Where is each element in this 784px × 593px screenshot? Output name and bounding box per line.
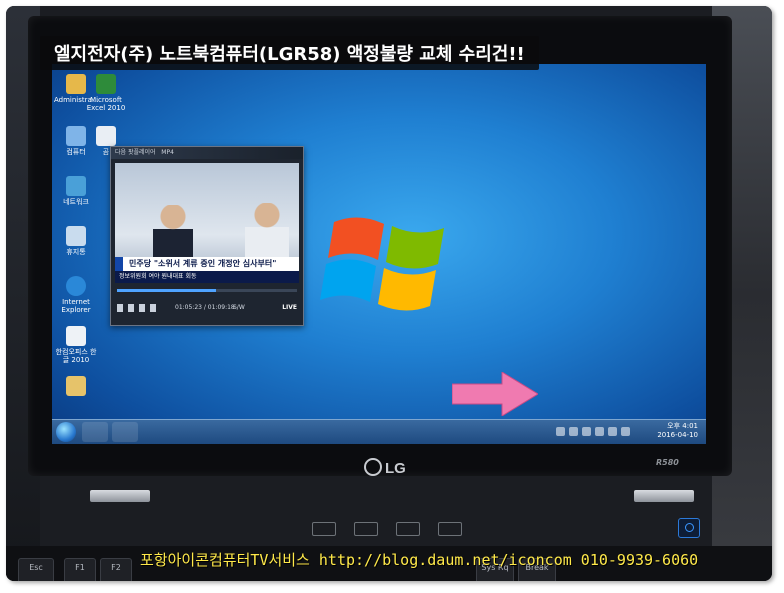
key-f2[interactable]: F2: [100, 558, 132, 581]
player-time: 01:05:23 / 01:09:18: [175, 304, 235, 311]
tray-icon[interactable]: [608, 427, 617, 436]
desktop-icon-hwp[interactable]: 한컴오피스 한글 2010: [54, 326, 98, 364]
tray-icon[interactable]: [595, 427, 604, 436]
pause-icon[interactable]: [117, 304, 123, 312]
photo-caption: 엘지전자(주) 노트북컴퓨터(LGR58) 액정불량 교체 수리건!!: [40, 36, 539, 70]
taskbar: 오후 4:01 2016-04-10: [52, 419, 706, 444]
key-f1[interactable]: F1: [64, 558, 96, 581]
photo-frame: Administra... Microsoft Excel 2010 컴퓨터 곰…: [6, 6, 772, 581]
desktop-icon-label: 네트워크: [63, 198, 89, 206]
clock-date: 2016-04-10: [657, 431, 698, 439]
power-button[interactable]: [678, 518, 700, 538]
tray-icon[interactable]: [569, 427, 578, 436]
lg-brand-text: LG: [385, 460, 406, 477]
desktop-icon-network[interactable]: 네트워크: [54, 176, 98, 206]
volume-icon[interactable]: [621, 427, 630, 436]
player-controls: 01:05:23 / 01:09:18 S/W LIVE: [115, 299, 299, 317]
media-button[interactable]: [396, 522, 420, 536]
player-title: 다음 팟플레이어: [115, 149, 156, 156]
windows-logo-icon: [320, 217, 444, 311]
player-format: MP4: [161, 149, 174, 156]
desktop-icon-label: Microsoft Excel 2010: [86, 96, 126, 112]
user-folder-icon: [66, 74, 86, 94]
tray-icon[interactable]: [556, 427, 565, 436]
desktop-icon-recycle-bin[interactable]: 휴지통: [54, 226, 98, 256]
player-seek-bar[interactable]: [117, 289, 297, 292]
laptop-model: R580: [656, 458, 679, 467]
news-headline: 민주당 "소위서 계류 중인 개정안 심사부터": [115, 257, 299, 271]
news-ticker: 정보위원회 여야 원내대표 회동: [115, 271, 299, 283]
hinge-right: [634, 490, 694, 502]
folder-icon: [66, 376, 86, 396]
media-button[interactable]: [438, 522, 462, 536]
media-buttons: [312, 522, 462, 536]
hinge-left: [90, 490, 150, 502]
player-live-badge: LIVE: [282, 304, 297, 311]
watermark-text: 포항아이콘컴퓨터TV서비스 http://blog.daum.net/iconc…: [140, 551, 699, 569]
internet-explorer-icon: [66, 276, 86, 296]
media-button[interactable]: [354, 522, 378, 536]
player-buttons: [117, 304, 156, 312]
hwp-icon: [66, 326, 86, 346]
desktop-icon-excel[interactable]: Microsoft Excel 2010: [84, 74, 128, 112]
excel-icon: [96, 74, 116, 94]
clock-time: 오후 4:01: [667, 422, 698, 430]
start-orb-icon[interactable]: [56, 422, 76, 442]
key-esc[interactable]: Esc: [18, 558, 54, 581]
computer-icon: [66, 126, 86, 146]
desktop-icon-label: Internet Explorer: [61, 298, 91, 314]
lg-circle-icon: [364, 458, 382, 476]
desktop-icon-internet-explorer[interactable]: Internet Explorer: [54, 276, 98, 314]
next-icon[interactable]: [150, 304, 156, 312]
recycle-bin-icon: [66, 226, 86, 246]
laptop-screen: Administra... Microsoft Excel 2010 컴퓨터 곰…: [52, 64, 706, 444]
system-tray: [556, 427, 646, 437]
taskbar-clock[interactable]: 오후 4:01 2016-04-10: [657, 422, 698, 440]
seek-progress: [117, 289, 216, 292]
network-icon: [66, 176, 86, 196]
tray-icon[interactable]: [582, 427, 591, 436]
desktop-icon-folder[interactable]: [54, 376, 98, 398]
video-player-window[interactable]: 다음 팟플레이어 MP4 민주당 "소위서 계류 중인 개정안 심사부터" 정보…: [110, 146, 304, 326]
desktop-icon-label: 휴지통: [66, 248, 86, 256]
player-title-bar[interactable]: 다음 팟플레이어 MP4: [111, 147, 303, 159]
taskbar-item-internet-explorer[interactable]: [82, 422, 108, 442]
lg-logo: LG: [364, 458, 406, 477]
pink-arrow-icon: [452, 372, 538, 416]
player-video-area[interactable]: 민주당 "소위서 계류 중인 개정안 심사부터" 정보위원회 여야 원내대표 회…: [115, 163, 299, 283]
player-app-icon: [96, 126, 116, 146]
stop-icon[interactable]: [128, 304, 134, 312]
media-button[interactable]: [312, 522, 336, 536]
taskbar-item-media-player[interactable]: [112, 422, 138, 442]
prev-icon[interactable]: [139, 304, 145, 312]
player-quality: S/W: [233, 304, 245, 311]
desktop-icon-label: 한컴오피스 한글 2010: [55, 348, 97, 364]
